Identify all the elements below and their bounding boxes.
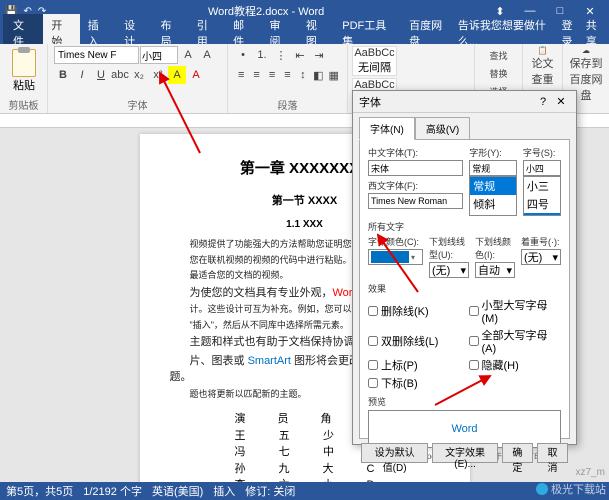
word-count[interactable]: 1/2192 个字 xyxy=(83,483,142,499)
subscript-checkbox[interactable]: 下标(B) xyxy=(368,375,461,391)
increase-indent-button[interactable]: ⇥ xyxy=(310,46,328,64)
find-button[interactable]: 查找 xyxy=(481,46,516,64)
all-text-section: 所有文字 xyxy=(368,220,561,233)
en-font-input[interactable] xyxy=(368,193,463,209)
italic-button[interactable]: I xyxy=(73,66,91,84)
paste-button[interactable]: 粘贴 xyxy=(6,46,42,96)
paste-icon xyxy=(12,49,36,77)
highlight-button[interactable]: A xyxy=(168,66,186,84)
line-spacing-button[interactable]: ↕ xyxy=(296,66,310,84)
advanced-tab[interactable]: 高级(V) xyxy=(415,117,470,140)
borders-button[interactable]: ▦ xyxy=(327,66,341,84)
bold-button[interactable]: B xyxy=(54,66,72,84)
underline-label: 下划线线型(U): xyxy=(429,235,469,261)
align-left-button[interactable]: ≡ xyxy=(234,66,248,84)
bullets-button[interactable]: • xyxy=(234,46,252,64)
paragraph-group: • 1. ⋮ ⇤ ⇥ ≡ ≡ ≡ ≡ ↕ ◧ ▦ 段落 xyxy=(228,44,348,113)
track-changes-status[interactable]: 修订: 关闭 xyxy=(245,483,295,499)
source-watermark: 极光下载站 xyxy=(536,481,606,497)
style-label: 字形(Y): xyxy=(469,146,517,159)
decrease-indent-button[interactable]: ⇤ xyxy=(291,46,309,64)
font-group-label: 字体 xyxy=(48,97,227,112)
color-label: 字体颜色(C): xyxy=(368,235,423,248)
clipboard-group: 粘贴 剪贴板 xyxy=(0,44,48,113)
font-tab[interactable]: 字体(N) xyxy=(359,117,415,140)
language-status[interactable]: 英语(美国) xyxy=(152,483,203,499)
size-input[interactable] xyxy=(523,160,561,176)
shrink-font-icon[interactable]: A xyxy=(198,46,216,64)
dialog-tabs: 字体(N) 高级(V) xyxy=(353,113,576,140)
dialog-close-icon[interactable]: ✕ xyxy=(552,95,570,108)
font-size-input[interactable] xyxy=(140,46,178,64)
superscript-button[interactable]: x² xyxy=(149,66,167,84)
plagiarism-button[interactable]: 📋论文查重 xyxy=(529,46,556,87)
multilevel-button[interactable]: ⋮ xyxy=(272,46,290,64)
effects-section: 效果 xyxy=(368,282,561,295)
color-swatch xyxy=(371,251,409,263)
grow-font-icon[interactable]: A xyxy=(179,46,197,64)
underline-color-label: 下划线颜色(I): xyxy=(475,235,515,261)
ribbon-tabs: 文件 开始 插入 设计 布局 引用 邮件 审阅 视图 PDF工具集 百度网盘 告… xyxy=(0,22,609,44)
size-label: 字号(S): xyxy=(523,146,561,159)
cn-font-input[interactable] xyxy=(368,160,463,176)
double-strike-checkbox[interactable]: 双删除线(L) xyxy=(368,327,461,355)
numbering-button[interactable]: 1. xyxy=(253,46,271,64)
status-bar: 第5页，共5页 1/2192 个字 英语(美国) 插入 修订: 关闭 xyxy=(0,482,609,500)
page-status[interactable]: 第5页，共5页 xyxy=(6,483,73,499)
text-effects-button[interactable]: 文字效果(E)... xyxy=(432,443,498,463)
shading-button[interactable]: ◧ xyxy=(311,66,325,84)
font-dialog: 字体 ? ✕ 字体(N) 高级(V) 中文字体(T): 西文字体(F): 字形(… xyxy=(352,90,577,445)
align-center-button[interactable]: ≡ xyxy=(249,66,263,84)
underline-color-dropdown[interactable]: 自动▾ xyxy=(475,262,515,278)
style-input[interactable] xyxy=(469,160,517,176)
justify-button[interactable]: ≡ xyxy=(280,66,294,84)
strikethrough-checkbox[interactable]: 删除线(K) xyxy=(368,297,461,325)
replace-button[interactable]: 替换 xyxy=(481,64,516,82)
underline-button[interactable]: U xyxy=(92,66,110,84)
dialog-buttons: 设为默认值(D) 文字效果(E)... 确定 取消 xyxy=(353,439,576,467)
underline-dropdown[interactable]: (无)▾ xyxy=(429,262,469,278)
set-default-button[interactable]: 设为默认值(D) xyxy=(361,443,428,463)
style-nospacing[interactable]: AaBbCc无间隔 xyxy=(352,46,397,76)
emphasis-dropdown[interactable]: (无)▾ xyxy=(521,249,561,265)
paste-label: 粘贴 xyxy=(13,77,35,93)
dialog-help-icon[interactable]: ? xyxy=(534,96,552,108)
subscript-button[interactable]: x₂ xyxy=(130,66,148,84)
size-list[interactable]: 小三 四号 小四 xyxy=(523,176,561,216)
style-list[interactable]: 常规 倾斜 加粗 xyxy=(469,176,517,216)
font-color-button[interactable]: A xyxy=(187,66,205,84)
align-right-button[interactable]: ≡ xyxy=(265,66,279,84)
font-group: A A B I U abc x₂ x² A A 字体 xyxy=(48,44,228,113)
cancel-button[interactable]: 取消 xyxy=(537,443,568,463)
superscript-checkbox[interactable]: 上标(P) xyxy=(368,357,461,373)
ok-button[interactable]: 确定 xyxy=(502,443,533,463)
smallcaps-checkbox[interactable]: 小型大写字母(M) xyxy=(469,297,562,325)
preview-section: 预览 xyxy=(368,395,561,408)
allcaps-checkbox[interactable]: 全部大写字母(A) xyxy=(469,327,562,355)
clipboard-label: 剪贴板 xyxy=(0,97,47,112)
dialog-title: 字体 xyxy=(359,94,534,110)
cn-font-label: 中文字体(T): xyxy=(368,146,463,159)
watermark: xz7_m xyxy=(576,467,605,478)
dialog-body: 中文字体(T): 西文字体(F): 字形(Y): 常规 倾斜 加粗 字号(S):… xyxy=(359,139,570,439)
font-color-dropdown[interactable]: ▾ xyxy=(368,249,423,265)
emphasis-label: 着重号(·): xyxy=(521,235,561,248)
en-font-label: 西文字体(F): xyxy=(368,179,463,192)
font-name-input[interactable] xyxy=(54,46,139,64)
insert-mode[interactable]: 插入 xyxy=(213,483,235,499)
dialog-titlebar: 字体 ? ✕ xyxy=(353,91,576,113)
strike-button[interactable]: abc xyxy=(111,66,129,84)
paragraph-label: 段落 xyxy=(228,97,347,112)
hidden-checkbox[interactable]: 隐藏(H) xyxy=(469,357,562,373)
